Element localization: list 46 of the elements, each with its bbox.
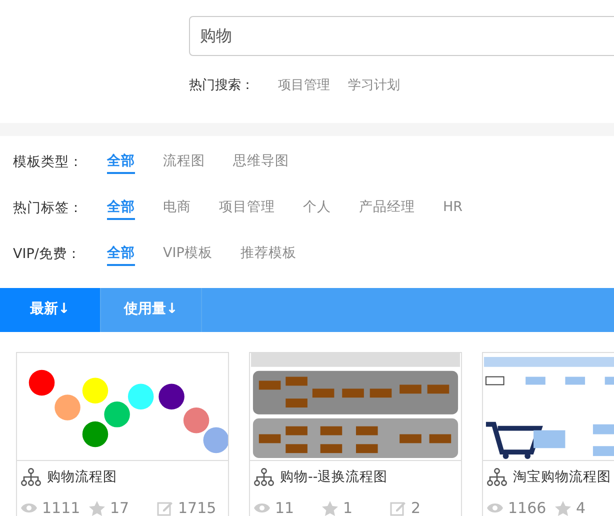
star-icon bbox=[89, 500, 105, 516]
edit-count: 2 bbox=[411, 498, 421, 516]
filter-label: 模板类型： bbox=[13, 153, 84, 172]
star-icon bbox=[555, 500, 571, 516]
org-chart-icon bbox=[21, 468, 41, 486]
filter-label: 热门标签： bbox=[13, 199, 84, 218]
org-chart-icon bbox=[254, 468, 274, 486]
template-title[interactable]: 淘宝购物流程图 bbox=[513, 466, 611, 487]
template-card[interactable]: 购物流程图 1111 17 1715 bbox=[16, 352, 229, 516]
eye-icon bbox=[21, 502, 37, 514]
filter-option[interactable]: 思维导图 bbox=[233, 150, 289, 174]
edit-count: 1715 bbox=[178, 498, 216, 516]
eye-icon bbox=[254, 502, 270, 514]
sort-tab[interactable]: 使用量↓ bbox=[101, 288, 202, 332]
view-count: 11 bbox=[275, 498, 294, 516]
filter-option[interactable]: 个人 bbox=[303, 196, 331, 220]
filter-option[interactable]: 推荐模板 bbox=[240, 242, 296, 266]
star-count: 1 bbox=[343, 498, 353, 516]
filter-option[interactable]: 流程图 bbox=[163, 150, 205, 174]
view-count: 1111 bbox=[42, 498, 80, 516]
eye-icon bbox=[487, 502, 503, 514]
search-field[interactable]: 购物 bbox=[189, 16, 614, 56]
star-count: 17 bbox=[110, 498, 130, 516]
edit-icon bbox=[390, 500, 406, 516]
filter-option[interactable]: HR bbox=[443, 196, 463, 220]
filter-option[interactable]: 全部 bbox=[107, 150, 135, 174]
hot-search-link[interactable]: 项目管理 bbox=[278, 76, 330, 96]
template-card[interactable]: 淘宝购物流程图 1166 4 bbox=[482, 352, 614, 516]
filter-option[interactable]: 产品经理 bbox=[359, 196, 415, 220]
org-chart-icon bbox=[487, 468, 507, 486]
filter-label: VIP/免费： bbox=[13, 245, 82, 264]
filter-option[interactable]: VIP模板 bbox=[163, 242, 212, 266]
view-count: 1166 bbox=[508, 498, 546, 516]
filter-option[interactable]: 电商 bbox=[163, 196, 191, 220]
sort-tab[interactable]: 最新↓ bbox=[0, 288, 101, 332]
star-icon bbox=[322, 500, 338, 516]
template-title[interactable]: 购物流程图 bbox=[47, 466, 117, 487]
filter-option[interactable]: 全部 bbox=[107, 242, 135, 266]
edit-icon bbox=[157, 500, 173, 516]
template-card[interactable]: 购物--退换流程图 11 1 2 bbox=[249, 352, 462, 516]
star-count: 4 bbox=[576, 498, 586, 516]
hot-search-label: 热门搜索： bbox=[189, 77, 254, 95]
hot-search-link[interactable]: 学习计划 bbox=[348, 76, 400, 96]
filter-option[interactable]: 项目管理 bbox=[219, 196, 275, 220]
filter-option[interactable]: 全部 bbox=[107, 196, 135, 220]
template-title[interactable]: 购物--退换流程图 bbox=[280, 466, 388, 487]
